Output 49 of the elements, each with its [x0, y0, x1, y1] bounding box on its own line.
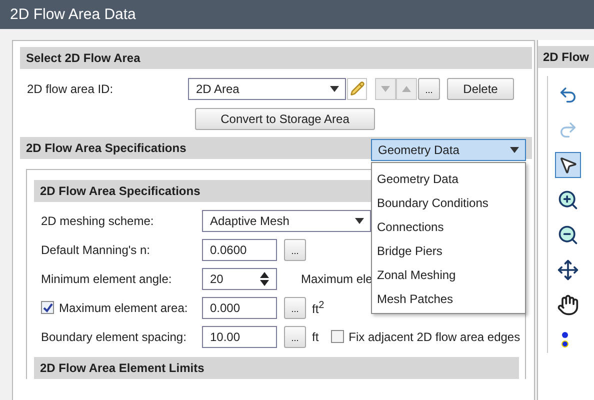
input-field[interactable]: 0.0600	[202, 238, 277, 260]
convert-button[interactable]: Convert to Storage Area	[195, 108, 375, 130]
field-label: 2D meshing scheme:	[40, 214, 155, 228]
move-icon	[556, 259, 578, 281]
redo-icon	[558, 120, 578, 140]
input-field[interactable]: 0.000	[202, 296, 277, 318]
field-label: 2D flow area ID:	[26, 82, 114, 96]
down-triangle-icon	[381, 86, 390, 92]
browse-button[interactable]: ...	[418, 78, 440, 100]
zoom-out-icon	[556, 224, 578, 246]
window-title: 2D Flow Area Data	[0, 0, 594, 29]
checkbox[interactable]	[41, 301, 54, 314]
up-triangle-icon	[402, 86, 411, 92]
caret-icon	[355, 218, 364, 224]
pointer-button[interactable]	[554, 152, 580, 178]
zoom-in-icon	[556, 189, 578, 211]
area-id-dropdown[interactable]: 2D Area	[188, 78, 346, 100]
edit-button[interactable]	[347, 78, 367, 100]
section-header: 2D Flow Area Element Limits	[34, 357, 519, 379]
pencil-icon	[350, 81, 364, 96]
field-label: Default Manning's n:	[40, 242, 152, 256]
pointer-icon	[558, 155, 578, 175]
dropdown-option[interactable]: Zonal Meshing	[372, 263, 525, 287]
undo-icon	[558, 85, 578, 105]
browse-button[interactable]: ...	[284, 238, 306, 260]
field-label: Minimum element angle:	[40, 272, 173, 286]
dropdown-option[interactable]: Mesh Patches	[372, 287, 525, 311]
section-header: 2D Flow	[538, 46, 594, 68]
delete-button[interactable]: Delete	[447, 78, 514, 100]
browse-button[interactable]: ...	[284, 326, 306, 348]
caret-icon	[330, 86, 339, 92]
input-field[interactable]: 10.00	[202, 326, 277, 348]
spin-arrows-icon	[260, 272, 269, 286]
field-label: Maximum element area:	[59, 300, 188, 314]
meshing-scheme-dropdown[interactable]: Adaptive Mesh	[202, 210, 371, 232]
browse-button[interactable]: ...	[284, 296, 306, 318]
section-header: Select 2D Flow Area	[20, 47, 532, 69]
checkbox[interactable]	[330, 330, 344, 343]
checkbox-label: Fix adjacent 2D flow area edges	[348, 330, 520, 344]
unit-label: ft	[312, 330, 319, 344]
field-label: Boundary element spacing:	[40, 330, 188, 344]
caret-icon	[510, 147, 519, 153]
hand-icon	[556, 294, 578, 316]
angle-spin-field[interactable]: 20	[202, 268, 277, 290]
unit-label: ft$^{2}$	[312, 300, 324, 316]
view-dropdown[interactable]: Geometry Data	[371, 139, 526, 161]
dropdown-option[interactable]: Connections	[372, 215, 525, 239]
dropdown-option[interactable]: Bridge Piers	[372, 239, 525, 263]
field-label: Maximum ele	[301, 272, 372, 286]
